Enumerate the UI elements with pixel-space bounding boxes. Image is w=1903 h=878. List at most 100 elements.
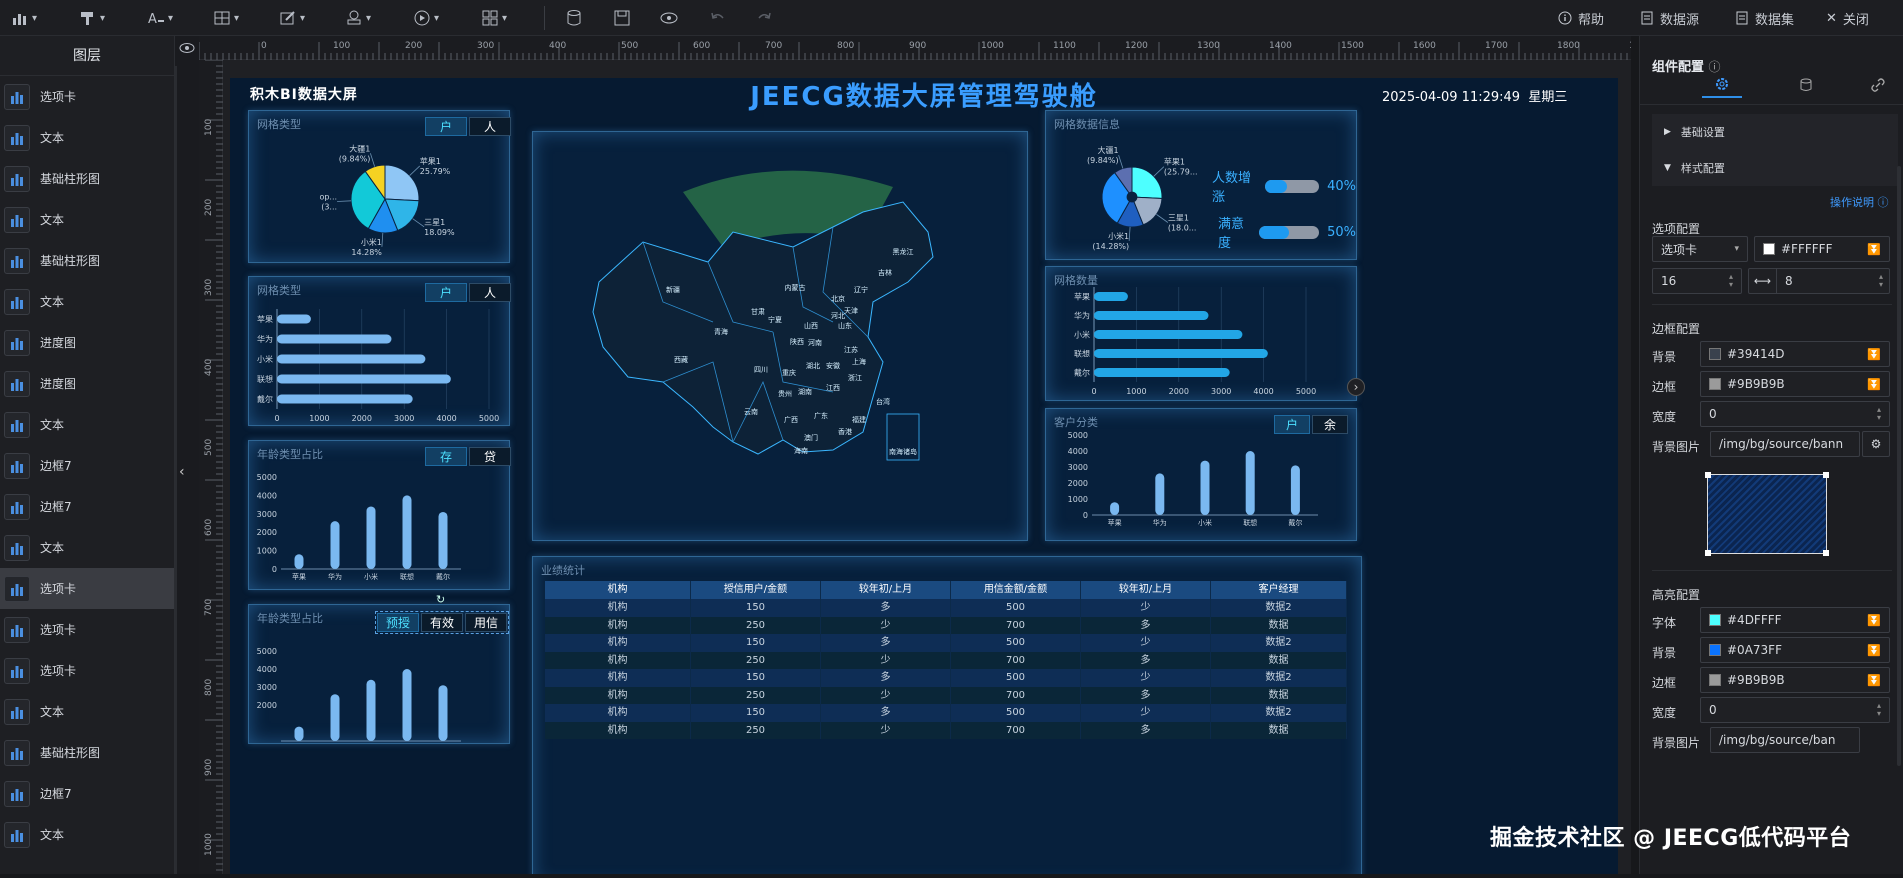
eyedropper-icon[interactable]: ⏬	[1867, 674, 1881, 687]
hl-bg-color-picker[interactable]: #0A73FF ⏬	[1700, 637, 1890, 663]
eyedropper-icon[interactable]: ⏬	[1867, 378, 1881, 391]
settings-tab[interactable]	[1702, 72, 1742, 98]
hbar-panel-1[interactable]: 网格类型 户 人 0 1000 2000 3000 4000 5000 苹果 华为 小米 联想 戴尔	[248, 276, 511, 426]
table-tool-icon[interactable]: ▾	[214, 6, 239, 30]
link-tab[interactable]	[1858, 72, 1898, 98]
stepper-icon[interactable]: ▴ ▾	[1877, 702, 1881, 718]
save-icon[interactable]	[614, 6, 630, 30]
pie-panel-1[interactable]: 网格类型 户 人 苹果1 25.79% 三星1 18.09% 小米1 14.28% op..…	[248, 110, 511, 263]
layer-item[interactable]: 文本	[0, 199, 174, 240]
tab-color-picker[interactable]: #FFFFFF ⏬	[1754, 236, 1890, 262]
preview-icon[interactable]	[660, 6, 678, 30]
table-row[interactable]: 机构 250 少 700 多数据	[545, 686, 1347, 704]
bgimg-preview[interactable]	[1705, 472, 1829, 556]
media-tool-icon[interactable]: ▾	[414, 6, 439, 30]
table-row[interactable]: 机构 150 多 500 少数据2	[545, 634, 1347, 652]
text-tool-icon[interactable]: A ▾	[148, 6, 173, 30]
dataset-button[interactable]: 数据集	[1735, 6, 1794, 30]
column-header[interactable]: 较年初/上月	[821, 581, 951, 599]
border-color-picker[interactable]: #9B9B9B ⏬	[1700, 371, 1890, 397]
design-canvas[interactable]: 积木BI数据大屏 JEECG数据大屏管理驾驶舱 2025-04-09 11:29…	[223, 60, 1631, 874]
column-header[interactable]: 机构	[545, 581, 691, 599]
layer-item[interactable]: 选项卡	[0, 568, 174, 609]
width-stepper[interactable]: 0 ▴ ▾	[1700, 401, 1890, 427]
layer-item[interactable]: 文本	[0, 814, 174, 855]
eyedropper-icon[interactable]: ⏬	[1867, 614, 1881, 627]
help-link[interactable]: 操作说明 ⓘ	[1830, 194, 1889, 210]
table-row[interactable]: 机构 150 多 500 少数据2	[545, 704, 1347, 722]
scrollbar-track[interactable]	[175, 66, 177, 874]
performance-panel[interactable]: 业绩统计 机构 授信用户/金额 较年初/上月 用信金额/金额 较年初/上月 客户经理 机构 1…	[532, 556, 1362, 874]
stepper-icon[interactable]: ▴ ▾	[1879, 273, 1889, 289]
eyedropper-icon[interactable]: ⏬	[1867, 644, 1881, 657]
redo-icon[interactable]	[756, 6, 772, 30]
layer-item[interactable]: 文本	[0, 281, 174, 322]
hl-width-stepper[interactable]: 0 ▴ ▾	[1700, 697, 1890, 723]
eyedropper-icon[interactable]: ⏬	[1867, 348, 1881, 361]
font-size-stepper[interactable]: 16 ▴ ▾	[1652, 268, 1742, 294]
table-row[interactable]: 机构 250 少 700 多数据	[545, 651, 1347, 669]
hl-bgimg-input[interactable]: /img/bg/source/ban	[1710, 727, 1860, 753]
resize-handle[interactable]	[1823, 550, 1829, 556]
paint-tool-icon[interactable]: ▾	[80, 6, 105, 30]
stepper-icon[interactable]: ▴ ▾	[1729, 273, 1733, 289]
eye-icon[interactable]	[176, 36, 198, 60]
datasource-button[interactable]: 数据源	[1640, 6, 1699, 30]
resize-handle[interactable]	[1705, 472, 1711, 478]
bgimg-settings-button[interactable]: ⚙	[1862, 431, 1890, 457]
scrollbar[interactable]	[1897, 166, 1901, 766]
layer-item[interactable]: 选项卡	[0, 609, 174, 650]
column-header[interactable]: 用信金额/金额	[951, 581, 1081, 599]
database-icon[interactable]	[566, 6, 582, 30]
column-header[interactable]: 较年初/上月	[1081, 581, 1211, 599]
layer-item[interactable]: 基础柱形图	[0, 158, 174, 199]
layer-item[interactable]: 文本	[0, 527, 174, 568]
hl-border-color-picker[interactable]: #9B9B9B ⏬	[1700, 667, 1890, 693]
vbar-panel-1[interactable]: 年龄类型占比 存 贷 0 1000 2000 3000 4000 5000 苹果 华为 小米 联想…	[248, 440, 511, 590]
tab-type-select[interactable]: 选项卡 ▾	[1652, 236, 1748, 262]
bg-color-picker[interactable]: #39414D ⏬	[1700, 341, 1890, 367]
stamp-tool-icon[interactable]: ▾	[346, 6, 371, 30]
customer-class-panel[interactable]: 客户分类 户 余 0 1000 2000 3000 4000 5000 苹果 华为 小米 联想 戴尔	[1045, 408, 1357, 541]
collapse-left-icon[interactable]: ‹	[179, 464, 185, 480]
layer-item[interactable]: 文本	[0, 691, 174, 732]
basic-settings-section[interactable]: ▶ 基础设置	[1652, 114, 1898, 150]
layer-item[interactable]: 选项卡	[0, 650, 174, 691]
bgimg-input[interactable]: /img/bg/source/bann	[1710, 431, 1860, 457]
vbar-panel-2[interactable]: 年龄类型占比 预授 有效 用信 ↻ 2000 3000 4000 5000	[248, 593, 510, 744]
edit-tool-icon[interactable]: ▾	[280, 6, 305, 30]
column-header[interactable]: 客户经理	[1211, 581, 1347, 599]
layer-item[interactable]: 基础柱形图	[0, 732, 174, 773]
collapse-right-icon[interactable]: ›	[1347, 378, 1365, 396]
layer-item[interactable]: 文本	[0, 117, 174, 158]
undo-icon[interactable]	[710, 6, 726, 30]
grid-info-panel[interactable]: 网格数据信息 苹果1 (25.79... 三星1 (18.0... 小米1 (14.28%…	[1045, 110, 1357, 260]
table-row[interactable]: 机构 150 多 500 少数据2	[545, 669, 1347, 687]
table-row[interactable]: 机构 250 少 700 多数据	[545, 616, 1347, 634]
grid-count-panel[interactable]: 网格数量 0 1000 2000 3000 4000 5000 苹果 华为 小米 联想 戴尔	[1045, 266, 1357, 401]
resize-handle[interactable]	[1823, 472, 1829, 478]
stepper-icon[interactable]: ▴ ▾	[1877, 406, 1881, 422]
layout-tool-icon[interactable]: ▾	[482, 6, 507, 30]
layer-item[interactable]: 选项卡	[0, 76, 174, 117]
table-row[interactable]: 机构 150 多 500 少数据2	[545, 599, 1347, 617]
data-tab[interactable]	[1786, 72, 1826, 98]
layer-item[interactable]: 进度图	[0, 322, 174, 363]
close-button[interactable]: ✕ 关闭	[1826, 6, 1869, 30]
resize-handle[interactable]	[1705, 550, 1711, 556]
layer-item[interactable]: 基础柱形图	[0, 240, 174, 281]
style-settings-section[interactable]: ▼ 样式配置	[1652, 150, 1898, 186]
layer-item[interactable]: 边框7	[0, 773, 174, 814]
chart-tool-icon[interactable]: ▾	[12, 6, 37, 30]
table-row[interactable]: 机构 250 少 700 多数据	[545, 721, 1347, 739]
help-button[interactable]: 帮助	[1558, 6, 1604, 30]
layer-item[interactable]: 文本	[0, 404, 174, 445]
layer-item[interactable]: 进度图	[0, 363, 174, 404]
column-header[interactable]: 授信用户/金额	[691, 581, 821, 599]
layer-item[interactable]: 边框7	[0, 445, 174, 486]
layer-item[interactable]: 边框7	[0, 486, 174, 527]
eyedropper-icon[interactable]: ⏬	[1867, 243, 1881, 256]
map-panel[interactable]: 黑龙江 吉林 辽宁 内蒙古 北京 天津 河北 山西 山东 新疆 甘肃 宁夏 青海 陕西 河南 江苏 安徽 上海 西藏…	[532, 131, 1028, 541]
gap-stepper[interactable]: ⟷ 8 ▴ ▾	[1748, 268, 1890, 294]
hl-font-color-picker[interactable]: #4DFFFF ⏬	[1700, 607, 1890, 633]
